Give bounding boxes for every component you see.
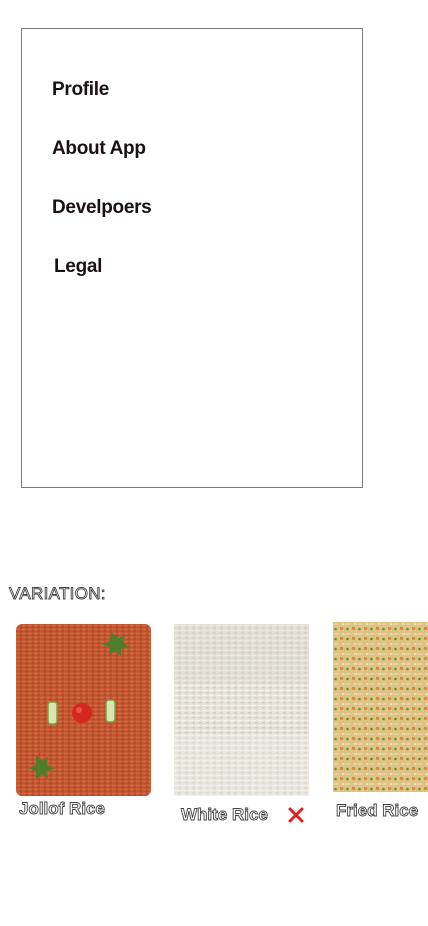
variation-option-jollof-rice[interactable]: Jollof Rice [16,624,152,824]
jollof-rice-image [16,624,151,796]
menu-item-profile[interactable]: Profile [52,79,109,101]
white-rice-label: White Rice [181,805,269,825]
fried-rice-image [333,622,428,792]
close-icon[interactable] [287,806,305,824]
variation-option-white-rice[interactable]: White Rice [174,624,324,828]
side-menu-panel: Profile About App Develpoers Legal [21,28,363,488]
menu-item-developers[interactable]: Develpoers [52,197,152,219]
menu-item-about-app[interactable]: About App [52,138,146,160]
variation-option-fried-rice[interactable]: Fried Rice [333,622,428,826]
menu-item-legal[interactable]: Legal [54,256,102,278]
jollof-rice-label: Jollof Rice [19,799,106,819]
white-rice-image [174,624,309,796]
fried-rice-label: Fried Rice [336,801,419,821]
variation-heading: VARIATION: [9,584,106,604]
